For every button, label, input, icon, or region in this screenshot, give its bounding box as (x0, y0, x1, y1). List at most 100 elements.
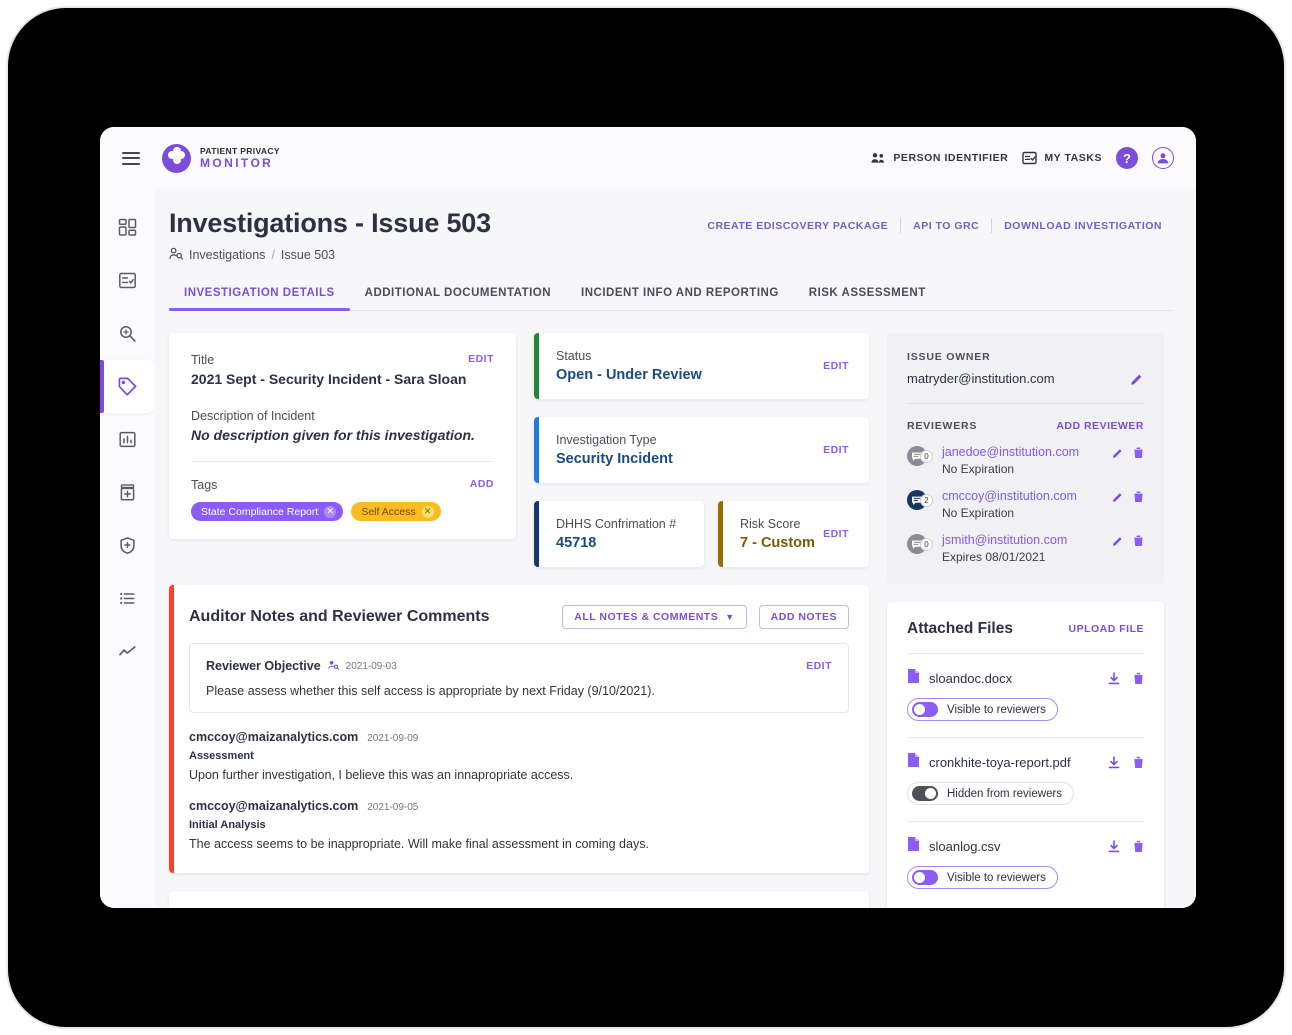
pencil-icon (1112, 449, 1122, 458)
edit-risk-score-button[interactable]: EDIT (823, 528, 849, 540)
edit-investigation-type-button[interactable]: EDIT (823, 444, 849, 456)
page-title: Investigations - Issue 503 (169, 208, 491, 238)
tags-list: State Compliance Report ✕ Self Access ✕ (191, 502, 494, 521)
download-file-button[interactable] (1108, 840, 1120, 853)
breadcrumb-root[interactable]: Investigations (189, 248, 265, 262)
delete-reviewer-button[interactable] (1133, 447, 1144, 459)
sidebar-item-tags[interactable] (100, 360, 155, 413)
pencil-icon (1131, 374, 1142, 385)
reviewer-objective-box: Reviewer Objective 2021-09-03 EDIT Pleas… (189, 643, 849, 713)
reviewer-row: 0 jsmith@institution.com Expires 08/01/2… (907, 533, 1144, 564)
objective-name: Reviewer Objective (206, 659, 321, 673)
sidebar-item-lists[interactable] (100, 572, 155, 625)
add-tag-button[interactable]: ADD (470, 478, 494, 490)
breadcrumb-separator: / (271, 248, 275, 262)
sidebar-item-dashboard[interactable] (100, 201, 155, 254)
delete-file-button[interactable] (1133, 672, 1144, 685)
reviewer-email[interactable]: janedoe@institution.com (942, 445, 1112, 459)
sidebar-item-reports[interactable] (100, 413, 155, 466)
issue-owner-email: matryder@institution.com (907, 371, 1055, 386)
file-visibility-toggle[interactable]: Visible to reviewers (907, 698, 1058, 721)
reviewer-email[interactable]: cmccoy@institution.com (942, 489, 1112, 503)
content-grid: Title 2021 Sept - Security Incident - Sa… (169, 333, 1174, 908)
download-investigation-button[interactable]: DOWNLOAD INVESTIGATION (992, 220, 1174, 232)
edit-reviewer-button[interactable] (1112, 447, 1124, 459)
list-icon (120, 592, 135, 605)
file-visibility-toggle[interactable]: Visible to reviewers (907, 866, 1058, 889)
attached-files-header: Attached Files UPLOAD FILE (907, 620, 1144, 638)
delete-reviewer-button[interactable] (1133, 491, 1144, 503)
sidebar-item-analytics[interactable] (100, 625, 155, 678)
reviewer-row: 2 cmccoy@institution.com No Expiration (907, 489, 1144, 520)
add-notes-button[interactable]: ADD NOTES (758, 605, 849, 629)
download-file-button[interactable] (1108, 672, 1120, 685)
top-bar-actions: PERSON IDENTIFIER MY TASKS ? (871, 147, 1174, 169)
file-actions (1108, 672, 1144, 685)
edit-title-button[interactable]: EDIT (468, 353, 494, 365)
clover-logo-icon (162, 143, 191, 173)
note-date: 2021-09-09 (367, 733, 419, 744)
tab-investigation-details[interactable]: INVESTIGATION DETAILS (169, 287, 350, 311)
breadcrumb-current: Issue 503 (280, 248, 336, 262)
note-subject: Assessment (189, 750, 254, 762)
investigation-type-label: Investigation Type (556, 433, 657, 447)
tab-risk-assessment[interactable]: RISK ASSESSMENT (794, 287, 941, 310)
comment-count: 0 (920, 538, 933, 551)
tab-bar: INVESTIGATION DETAILS ADDITIONAL DOCUMEN… (169, 287, 1174, 311)
risk-score-card: Risk Score 7 - Custom EDIT (718, 501, 869, 567)
page-header: Investigations - Issue 503 Investigation… (169, 189, 1174, 263)
person-identifier-button[interactable]: PERSON IDENTIFIER (871, 152, 1008, 164)
remove-tag-icon[interactable]: ✕ (421, 505, 434, 518)
objective-header: Reviewer Objective 2021-09-03 EDIT (206, 657, 832, 675)
add-reviewer-button[interactable]: ADD REVIEWER (1056, 420, 1144, 432)
status-card: Status Open - Under Review EDIT (534, 333, 869, 399)
edit-status-button[interactable]: EDIT (823, 360, 849, 372)
checklist-icon (119, 272, 136, 289)
brand-logo[interactable]: PATIENT PRIVACY MONITOR (162, 143, 280, 173)
api-to-grc-button[interactable]: API TO GRC (901, 220, 991, 232)
delete-file-button[interactable] (1133, 756, 1144, 769)
files-divider (907, 653, 1144, 654)
sidebar-item-search[interactable] (100, 307, 155, 360)
tag-chip[interactable]: State Compliance Report ✕ (191, 502, 344, 521)
upload-file-button[interactable]: UPLOAD FILE (1069, 623, 1145, 635)
remove-tag-icon[interactable]: ✕ (324, 505, 337, 518)
search-icon (120, 326, 136, 342)
note-date: 2021-09-05 (367, 802, 419, 813)
issue-owner-card: ISSUE OWNER matryder@institution.com REV… (887, 333, 1164, 584)
edit-reviewer-button[interactable] (1112, 491, 1124, 503)
account-avatar[interactable] (1152, 147, 1174, 169)
brand-line-2: MONITOR (200, 155, 274, 170)
file-row: sloandoc.docx (907, 668, 1144, 689)
sidebar-item-security[interactable] (100, 519, 155, 572)
sidebar-item-checklist[interactable] (100, 254, 155, 307)
reviewer-actions (1112, 447, 1144, 459)
pencil-icon (1112, 493, 1122, 502)
tab-incident-info-and-reporting[interactable]: INCIDENT INFO AND REPORTING (566, 287, 794, 310)
reviewer-email[interactable]: jsmith@institution.com (942, 533, 1112, 547)
edit-objective-button[interactable]: EDIT (806, 660, 832, 672)
delete-file-button[interactable] (1133, 840, 1144, 853)
delete-reviewer-button[interactable] (1133, 535, 1144, 547)
reviewers-label: REVIEWERS (907, 420, 978, 432)
edit-reviewer-button[interactable] (1112, 535, 1124, 547)
tablet-frame: PATIENT PRIVACY MONITOR PERSON IDENTIFIE… (8, 8, 1284, 1027)
title-card: Title 2021 Sept - Security Incident - Sa… (169, 333, 516, 539)
tab-additional-documentation[interactable]: ADDITIONAL DOCUMENTATION (350, 287, 566, 310)
shield-icon (120, 537, 135, 554)
create-ediscovery-package-button[interactable]: CREATE EDISCOVERY PACKAGE (695, 220, 900, 232)
main-content: Investigations - Issue 503 Investigation… (155, 189, 1196, 908)
tag-chip[interactable]: Self Access ✕ (351, 502, 441, 521)
download-file-button[interactable] (1108, 756, 1120, 769)
help-button[interactable]: ? (1116, 147, 1138, 169)
small-cards-row: DHHS Confrimation # 45718 Risk Score 7 -… (534, 501, 869, 567)
note-entry: cmccoy@maizanalytics.com 2021-09-09 Asse… (189, 730, 849, 782)
sidebar-item-records[interactable] (100, 466, 155, 519)
notes-filter-dropdown[interactable]: ALL NOTES & COMMENTS ▼ (562, 605, 747, 629)
menu-icon[interactable] (122, 151, 140, 165)
edit-issue-owner-button[interactable] (1130, 372, 1144, 386)
file-visibility-toggle[interactable]: Hidden from reviewers (907, 782, 1075, 805)
toggle-switch-icon (912, 786, 938, 801)
trash-icon (1134, 491, 1143, 502)
my-tasks-button[interactable]: MY TASKS (1022, 151, 1102, 165)
